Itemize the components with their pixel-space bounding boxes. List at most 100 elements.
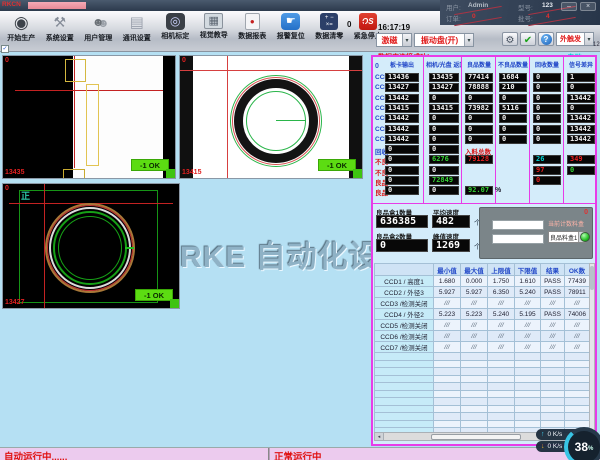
stats-value-box: 13436	[385, 73, 419, 82]
stats-value-box: 0	[429, 125, 459, 134]
camera-view-3[interactable]: 正 0 13427 -1 OK	[2, 183, 180, 309]
result-badge: -1 OK	[131, 159, 169, 171]
results-cell	[461, 413, 488, 421]
close-button[interactable]: ×	[580, 2, 596, 11]
crosshair-h	[180, 70, 363, 71]
table-row[interactable]: CCD2 / 外径35.9275.9276.3505.240PASS78911	[375, 287, 590, 298]
stats-value-box: 13442	[385, 94, 419, 103]
box2-count-value: 0	[376, 239, 428, 252]
results-cell	[375, 405, 434, 413]
minimize-button[interactable]: –	[561, 2, 577, 11]
toolbar-button-users[interactable]: 用户管理	[79, 11, 118, 52]
results-cell	[541, 405, 565, 413]
results-cell	[434, 360, 461, 368]
results-cell: PASS	[541, 287, 565, 298]
confirm-check-button[interactable]	[520, 32, 536, 46]
results-cell: 5.927	[434, 287, 461, 298]
stats-value-box: 1684	[499, 73, 527, 82]
results-cell	[375, 413, 434, 421]
camera-counter: 13415	[182, 169, 201, 176]
scroll-left-icon[interactable]: ◂	[375, 433, 384, 440]
stats-column-header: 板卡输出	[382, 60, 422, 69]
results-row-label: CCD5 /检测关闭	[375, 320, 434, 331]
table-row[interactable]: CCD6 /检测关闭//////////////////	[375, 331, 590, 342]
scrollbar-thumb[interactable]	[590, 266, 594, 290]
toolbar-button-vision[interactable]: 视觉教导	[195, 11, 234, 52]
toolbar-button-tools[interactable]: 系统设置	[41, 11, 80, 52]
results-cell	[565, 413, 590, 421]
gear-icon	[506, 30, 515, 48]
stats-value-box: 0	[533, 176, 561, 185]
trigger-mode-combo[interactable]: 外触发 ▾	[556, 32, 594, 46]
stats-value-box: 13442	[385, 135, 419, 144]
settings-gear-button[interactable]	[502, 32, 518, 46]
results-cell: ///	[515, 342, 541, 353]
stats-value-box: 0	[429, 94, 459, 103]
usage-percent-ring[interactable]: 38 %	[564, 427, 600, 460]
toolbar-button-report[interactable]: 数据报表	[233, 11, 272, 52]
vertical-scrollbar[interactable]: ▾	[589, 263, 595, 441]
stats-value-box: 0	[429, 166, 459, 175]
results-cell	[461, 420, 488, 428]
results-cell	[565, 383, 590, 391]
table-row[interactable]: CCD4 / 外径25.2235.2235.2405.195PASS74006	[375, 309, 590, 320]
table-row[interactable]: CCD3 /检测关闭//////////////////	[375, 298, 590, 309]
clock: 16:17:19	[378, 23, 410, 32]
stats-value-box: 0	[429, 186, 459, 195]
table-row-empty	[375, 368, 590, 376]
camera-view-1[interactable]: 0 13435 -1 OK	[2, 55, 176, 179]
table-row[interactable]: CCD1 / 高度11.6800.0001.7501.610PASS77439	[375, 276, 590, 287]
stats-value-box: 13442	[567, 94, 595, 103]
results-cell	[541, 375, 565, 383]
table-row-empty	[375, 390, 590, 398]
results-cell: 5.223	[434, 309, 461, 320]
toolbar-button-hand[interactable]: 报警复位	[272, 11, 311, 52]
results-cell: ///	[541, 331, 565, 342]
system-monitor-widget[interactable]: ↑ 0 K/s ↓ 0 K/s 38 %	[536, 426, 600, 460]
vibration-disc-combo[interactable]: 振动盘(开) ▾	[414, 33, 474, 47]
stats-value-box: 0	[385, 145, 419, 154]
tray-input-1[interactable]	[492, 220, 544, 230]
scrollbar-thumb[interactable]	[431, 434, 521, 440]
table-row[interactable]: CCD5 /检测关闭//////////////////	[375, 320, 590, 331]
chevron-down-icon[interactable]: ▾	[464, 34, 473, 46]
results-cell: ///	[515, 320, 541, 331]
results-cell	[488, 353, 515, 361]
results-cell	[461, 368, 488, 376]
results-cell	[488, 368, 515, 376]
chevron-down-icon[interactable]: ▾	[402, 34, 411, 46]
camera-view-2[interactable]: 0 13415 -1 OK	[179, 55, 363, 179]
counter-red: 0	[361, 20, 365, 29]
section-divider	[373, 203, 595, 204]
results-cell	[565, 390, 590, 398]
stats-value-box: 210	[499, 83, 527, 92]
result-badge: -1 OK	[318, 159, 356, 171]
tray-counter-panel: 0 当前计数料盒 良品料盒1 ▾	[479, 207, 593, 259]
toolbar-button-camera[interactable]: 相机标定	[156, 11, 195, 52]
box1-count-value: 636385	[376, 215, 428, 228]
stats-value-box: 13427	[385, 83, 419, 92]
radius-line	[125, 247, 134, 249]
chevron-down-icon[interactable]: ▾	[584, 33, 593, 45]
results-cell	[565, 375, 590, 383]
table-row[interactable]: CCD7 /检测关闭//////////////////	[375, 342, 590, 353]
toolbar-button-label: 视觉教导	[200, 30, 228, 40]
magnet-combo[interactable]: 激磁 ▾	[376, 33, 412, 47]
help-info-button[interactable]: ?	[538, 32, 554, 46]
status-corner-square	[166, 169, 175, 178]
results-column-header: OK数	[565, 264, 590, 276]
redacted-company-name	[28, 2, 86, 9]
toolbar-corner-checkbox[interactable]: ✓	[1, 45, 9, 53]
toolbar-button-calc[interactable]: 数据清零	[310, 11, 349, 52]
orientation-mark: 正	[21, 189, 30, 202]
tray-input-2[interactable]	[492, 234, 544, 244]
results-cell: ///	[461, 320, 488, 331]
stats-value-box: 73982	[465, 104, 493, 113]
results-cell	[375, 398, 434, 406]
toolbar-button-server[interactable]: 通讯设置	[118, 11, 157, 52]
down-arrow-icon: ↓	[541, 443, 545, 450]
camera-counter: 13435	[5, 169, 24, 176]
measure-circle	[58, 216, 122, 280]
results-row-label: CCD6 /检测关闭	[375, 331, 434, 342]
peak-speed-value: 1269	[432, 239, 470, 252]
